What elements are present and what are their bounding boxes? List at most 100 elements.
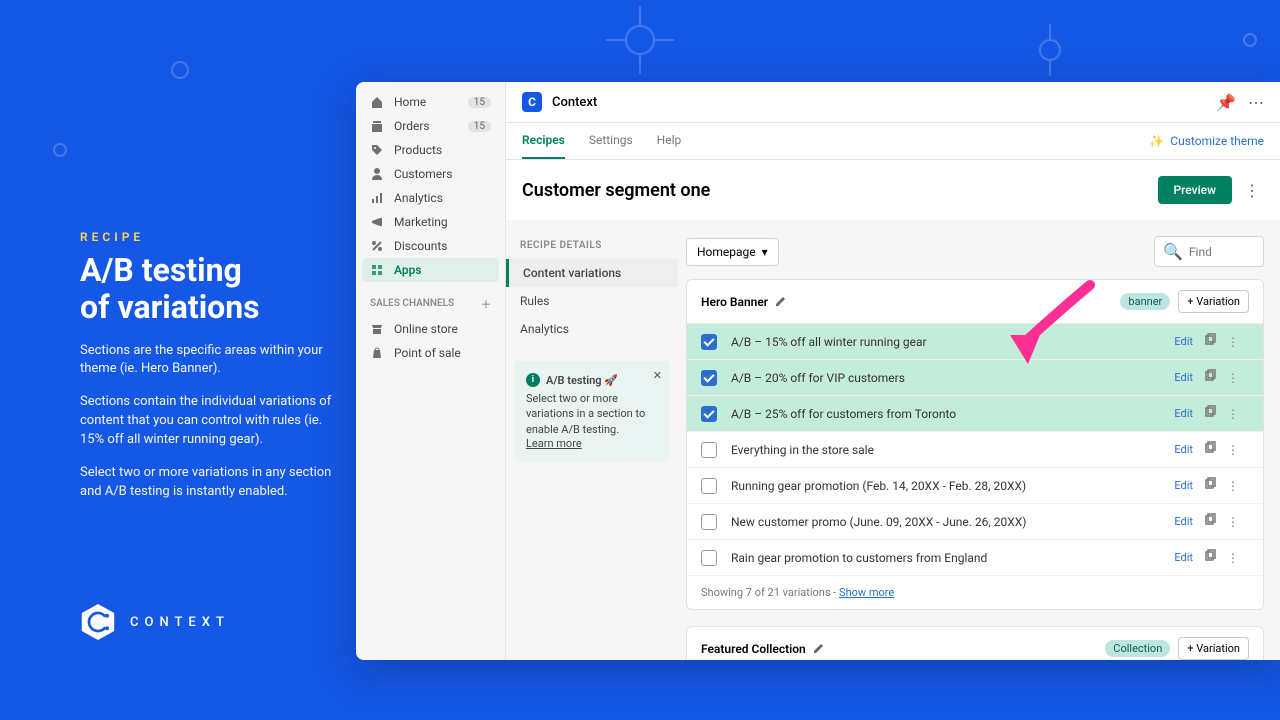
row-more-icon[interactable]: ⋮ (1227, 515, 1239, 529)
nav-item-analytics[interactable]: Analytics (356, 186, 505, 210)
hero-title: A/B testing of variations (80, 252, 340, 326)
variation-checkbox[interactable] (701, 370, 717, 386)
copy-icon[interactable] (1203, 441, 1217, 458)
channel-point-of-sale[interactable]: Point of sale (356, 341, 505, 365)
pin-icon[interactable]: 📌 (1216, 93, 1236, 112)
row-more-icon[interactable]: ⋮ (1227, 407, 1239, 421)
subnav-content-variations[interactable]: Content variations (506, 259, 678, 287)
edit-link[interactable]: Edit (1174, 443, 1193, 456)
sales-channels-heading: SALES CHANNELS ＋ (356, 282, 505, 317)
row-more-icon[interactable]: ⋮ (1227, 479, 1239, 493)
variation-checkbox[interactable] (701, 442, 717, 458)
preview-button[interactable]: Preview (1158, 176, 1233, 204)
section-select[interactable]: Homepage ▾ (686, 238, 779, 266)
copy-icon[interactable] (1203, 549, 1217, 566)
variation-label: Everything in the store sale (731, 443, 1174, 457)
nav-item-home[interactable]: Home15 (356, 90, 505, 114)
variation-checkbox[interactable] (701, 334, 717, 350)
nav-item-products[interactable]: Products (356, 138, 505, 162)
more-icon[interactable]: ⋯ (1248, 93, 1264, 112)
content-toolbar: Homepage ▾ 🔍 (686, 236, 1264, 267)
content: Homepage ▾ 🔍 Hero Bannerbanner+ Variatio… (686, 220, 1280, 660)
row-more-icon[interactable]: ⋮ (1227, 335, 1239, 349)
tag-icon (370, 143, 384, 157)
infobox-close-icon[interactable]: ✕ (653, 369, 662, 382)
nav-badge: 15 (468, 121, 491, 132)
edit-link[interactable]: Edit (1174, 515, 1193, 528)
horn-icon (370, 215, 384, 229)
edit-link[interactable]: Edit (1174, 479, 1193, 492)
copy-icon[interactable] (1203, 369, 1217, 386)
channel-online-store[interactable]: Online store (356, 317, 505, 341)
subnav-rules[interactable]: Rules (506, 287, 678, 315)
copy-icon[interactable] (1203, 333, 1217, 350)
brand-name: CONTEXT (130, 615, 230, 630)
variation-label: Rain gear promotion to customers from En… (731, 551, 1174, 565)
search-box[interactable]: 🔍 (1154, 236, 1264, 267)
variation-row: A/B – 20% off for VIP customersEdit ⋮ (687, 360, 1263, 396)
edit-link[interactable]: Edit (1174, 335, 1193, 348)
app-window: Home15Orders15ProductsCustomersAnalytics… (356, 82, 1280, 660)
tab-recipes[interactable]: Recipes (522, 123, 565, 159)
variation-label: A/B – 25% off for customers from Toronto (731, 407, 1174, 421)
variation-row: Rain gear promotion to customers from En… (687, 540, 1263, 576)
workspace: RECIPE DETAILS Content variationsRulesAn… (506, 220, 1280, 660)
pencil-icon[interactable] (774, 293, 788, 310)
show-more-link[interactable]: Show more (839, 586, 894, 599)
variation-row: A/B – 15% off all winter running gearEdi… (687, 324, 1263, 360)
copy-icon[interactable] (1203, 477, 1217, 494)
edit-link[interactable]: Edit (1174, 551, 1193, 564)
variation-row: New customer promo (June. 09, 20XX - Jun… (687, 504, 1263, 540)
section-footer: Showing 7 of 21 variations - Show more (687, 576, 1263, 609)
page-header: Customer segment one Preview ⋮ (506, 160, 1280, 220)
hero-copy: RECIPE A/B testing of variations Section… (80, 230, 340, 516)
variation-checkbox[interactable] (701, 514, 717, 530)
tab-settings[interactable]: Settings (589, 123, 633, 159)
subnav-analytics[interactable]: Analytics (506, 315, 678, 343)
section-title: Featured Collection (701, 640, 826, 657)
nav-item-marketing[interactable]: Marketing (356, 210, 505, 234)
nav-item-orders[interactable]: Orders15 (356, 114, 505, 138)
infobox-learn-more-link[interactable]: Learn more (526, 437, 582, 450)
variation-label: A/B – 15% off all winter running gear (731, 335, 1174, 349)
percent-icon (370, 239, 384, 253)
home-icon (370, 95, 384, 109)
nav-item-discounts[interactable]: Discounts (356, 234, 505, 258)
variation-label: New customer promo (June. 09, 20XX - Jun… (731, 515, 1174, 529)
variation-label: Running gear promotion (Feb. 14, 20XX - … (731, 479, 1174, 493)
grid-icon (370, 263, 384, 277)
add-channel-icon[interactable]: ＋ (481, 296, 491, 311)
section-tag: Collection (1105, 640, 1170, 657)
search-input[interactable] (1189, 245, 1255, 259)
variation-checkbox[interactable] (701, 406, 717, 422)
row-more-icon[interactable]: ⋮ (1227, 371, 1239, 385)
customize-theme-link[interactable]: ✨ Customize theme (1149, 134, 1264, 148)
edit-link[interactable]: Edit (1174, 407, 1193, 420)
add-variation-button[interactable]: + Variation (1178, 637, 1249, 660)
nav-item-customers[interactable]: Customers (356, 162, 505, 186)
nav-badge: 15 (468, 97, 491, 108)
tabbar: Recipes Settings Help ✨ Customize theme (506, 123, 1280, 160)
variation-checkbox[interactable] (701, 550, 717, 566)
page-more-icon[interactable]: ⋮ (1240, 177, 1264, 204)
copy-icon[interactable] (1203, 405, 1217, 422)
orders-icon (370, 119, 384, 133)
page-title: Customer segment one (522, 180, 710, 201)
brand: CONTEXT (80, 602, 230, 642)
infobox-body: Select two or more variations in a secti… (526, 391, 658, 437)
add-variation-button[interactable]: + Variation (1178, 290, 1249, 313)
app-name: Context (552, 95, 597, 110)
nav-item-apps[interactable]: Apps (362, 258, 499, 282)
chevron-down-icon: ▾ (762, 245, 768, 259)
tab-help[interactable]: Help (657, 123, 682, 159)
edit-link[interactable]: Edit (1174, 371, 1193, 384)
sidebar: Home15Orders15ProductsCustomersAnalytics… (356, 82, 506, 660)
row-more-icon[interactable]: ⋮ (1227, 443, 1239, 457)
variation-label: A/B – 20% off for VIP customers (731, 371, 1174, 385)
variation-checkbox[interactable] (701, 478, 717, 494)
pencil-icon[interactable] (812, 640, 826, 657)
copy-icon[interactable] (1203, 513, 1217, 530)
variation-row: A/B – 25% off for customers from Toronto… (687, 396, 1263, 432)
section-card: Hero Bannerbanner+ VariationA/B – 15% of… (686, 279, 1264, 610)
row-more-icon[interactable]: ⋮ (1227, 551, 1239, 565)
